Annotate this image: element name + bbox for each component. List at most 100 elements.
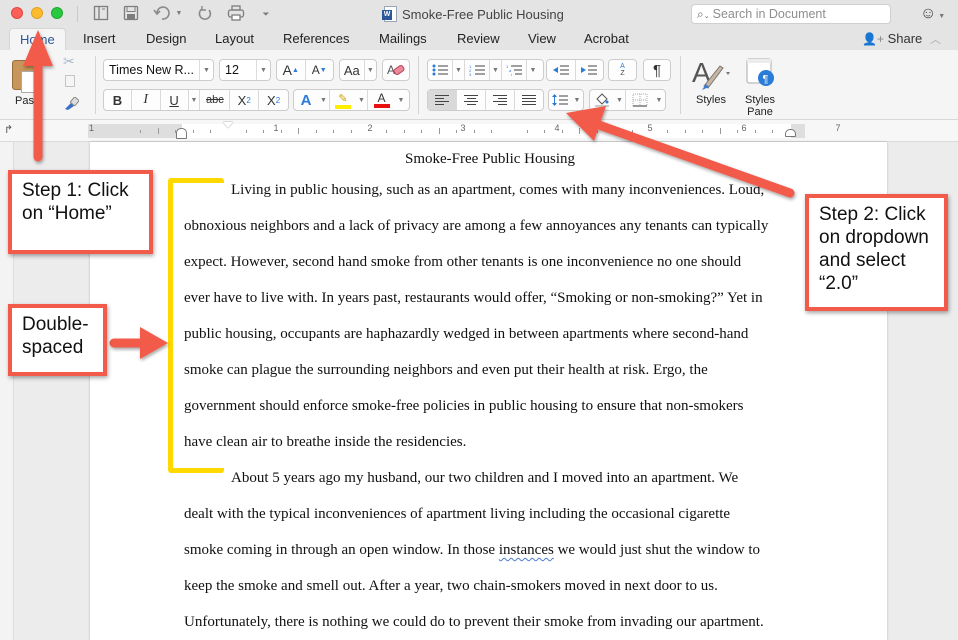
increase-indent-icon <box>581 65 598 75</box>
shading-dropdown-icon[interactable]: ▼ <box>614 90 626 110</box>
shading-button[interactable] <box>590 90 614 110</box>
text-line: smoke can plague the surrounding neighbo… <box>184 362 708 378</box>
underline-button[interactable]: U <box>161 90 189 110</box>
collapse-ribbon-icon[interactable]: ︿ <box>930 31 941 47</box>
styles-button[interactable]: A Styles <box>690 56 734 116</box>
tab-design[interactable]: Design <box>146 28 186 50</box>
font-size-field[interactable]: 12 ▼ <box>219 59 271 81</box>
numbering-dropdown-icon[interactable]: ▼ <box>490 60 502 80</box>
borders-button[interactable] <box>626 90 653 110</box>
font-name-field[interactable]: Times New R... ▼ <box>103 59 214 81</box>
decrease-indent-icon <box>552 65 569 75</box>
decrease-indent-button[interactable] <box>547 60 576 80</box>
shading-borders-buttons: ▼ ▼ <box>589 89 666 111</box>
ruler-tick <box>737 130 739 133</box>
highlight-dropdown-icon[interactable]: ▼ <box>356 90 368 110</box>
search-in-document[interactable]: ⌕⌄ <box>691 4 891 24</box>
horizontal-ruler[interactable]: 1 1 2 3 4 5 6 7 <box>88 122 841 139</box>
undo-icon[interactable] <box>153 5 171 23</box>
redo-icon[interactable] <box>196 5 214 23</box>
ruler-tick <box>526 130 528 133</box>
superscript-button[interactable]: X2 <box>259 90 288 110</box>
ribbon-divider <box>680 56 681 114</box>
numbering-button[interactable]: 123 <box>465 60 490 80</box>
text-effects-dropdown-icon[interactable]: ▼ <box>318 90 330 110</box>
font-color-dropdown-icon[interactable]: ▼ <box>395 90 407 110</box>
tab-selector-icon[interactable]: ↱ <box>4 123 13 136</box>
spelling-flagged-word[interactable]: instances <box>499 542 554 558</box>
tab-home[interactable]: Home <box>9 28 66 51</box>
ruler-tick <box>140 130 142 133</box>
text-effects-button[interactable]: A <box>294 90 318 110</box>
cut-icon[interactable]: ✂ <box>63 53 75 70</box>
text-line: expect. However, second hand smoke from … <box>184 254 742 270</box>
share-button[interactable]: 👤+ Share <box>862 28 922 50</box>
first-line-indent-marker[interactable] <box>223 122 233 128</box>
ruler-tick <box>719 128 721 134</box>
sidebar-icon[interactable] <box>92 5 110 23</box>
ruler-tick <box>403 130 405 133</box>
multilevel-list-dropdown-icon[interactable]: ▼ <box>527 60 539 80</box>
font-size-dropdown-icon[interactable]: ▼ <box>256 60 270 80</box>
customize-toolbar-icon[interactable]: ⏷ <box>260 5 272 23</box>
font-name-dropdown-icon[interactable]: ▼ <box>199 60 213 80</box>
print-icon[interactable] <box>226 5 246 23</box>
text-line: government should enforce smoke-free pol… <box>184 398 744 414</box>
tab-insert[interactable]: Insert <box>83 28 116 50</box>
feedback-smiley-icon[interactable]: ☺ ▼ <box>920 4 945 27</box>
italic-button[interactable]: I <box>132 90 161 110</box>
underline-dropdown-icon[interactable]: ▼ <box>189 90 201 110</box>
grow-font-button[interactable]: A ▲ <box>277 60 306 80</box>
increase-indent-button[interactable] <box>576 60 604 80</box>
highlight-button[interactable]: ✎ <box>330 90 356 110</box>
paste-label: Paste <box>15 95 44 107</box>
multilevel-list-button[interactable]: 1ai <box>502 60 527 80</box>
copy-icon[interactable] <box>65 75 75 87</box>
align-left-button[interactable] <box>428 90 457 110</box>
sort-button[interactable]: AZ <box>608 59 637 81</box>
ruler-tick <box>667 130 669 133</box>
close-window-button[interactable] <box>11 7 23 19</box>
bullets-dropdown-icon[interactable]: ▼ <box>453 60 465 80</box>
borders-dropdown-icon[interactable]: ▼ <box>653 90 665 110</box>
right-indent-marker[interactable] <box>785 129 796 137</box>
list-buttons: ▼ 123 ▼ 1ai ▼ <box>427 59 544 81</box>
justify-button[interactable] <box>515 90 543 110</box>
show-formatting-button[interactable]: ¶ <box>643 59 671 81</box>
styles-pane-button[interactable]: ¶ Styles Pane <box>742 56 778 118</box>
save-icon[interactable] <box>122 5 140 23</box>
hanging-indent-marker[interactable] <box>176 128 187 139</box>
tab-review[interactable]: Review <box>457 28 500 50</box>
shrink-font-button[interactable]: A ▼ <box>306 60 334 80</box>
format-painter-icon[interactable] <box>63 96 80 111</box>
text-line: dealt with the typical inconveniences of… <box>184 506 731 522</box>
paste-button[interactable]: Paste <box>6 54 58 116</box>
ruler-tick <box>315 130 317 133</box>
subscript-button[interactable]: X2 <box>230 90 260 110</box>
tab-references[interactable]: References <box>283 28 349 50</box>
clear-formatting-button[interactable]: A <box>382 59 410 81</box>
search-icon[interactable]: ⌕⌄ <box>697 7 710 22</box>
change-case-dropdown-icon[interactable]: ▼ <box>365 60 376 80</box>
font-color-button[interactable]: A <box>368 90 395 110</box>
ribbon-divider <box>418 56 419 114</box>
tab-acrobat[interactable]: Acrobat <box>584 28 629 50</box>
bold-button[interactable]: B <box>104 90 132 110</box>
ruler-tick <box>157 128 159 134</box>
bullets-button[interactable] <box>428 60 453 80</box>
tab-layout[interactable]: Layout <box>215 28 254 50</box>
minimize-window-button[interactable] <box>31 7 43 19</box>
line-spacing-dropdown-icon[interactable]: ▼ <box>571 90 583 110</box>
maximize-window-button[interactable] <box>51 7 63 19</box>
tab-mailings[interactable]: Mailings <box>379 28 427 50</box>
strikethrough-button[interactable]: abc <box>200 90 231 110</box>
tab-view[interactable]: View <box>528 28 556 50</box>
undo-dropdown-icon[interactable]: ▼ <box>174 5 184 23</box>
align-right-button[interactable] <box>486 90 515 110</box>
text-style-buttons: B I U ▼ abc X2 X2 <box>103 89 289 111</box>
document-heading: Smoke-Free Public Housing <box>405 151 575 167</box>
change-case-button[interactable]: Aa ▼ <box>339 59 377 81</box>
line-spacing-button[interactable]: ▼ <box>548 89 584 111</box>
align-center-button[interactable] <box>457 90 486 110</box>
search-input[interactable] <box>712 7 873 21</box>
